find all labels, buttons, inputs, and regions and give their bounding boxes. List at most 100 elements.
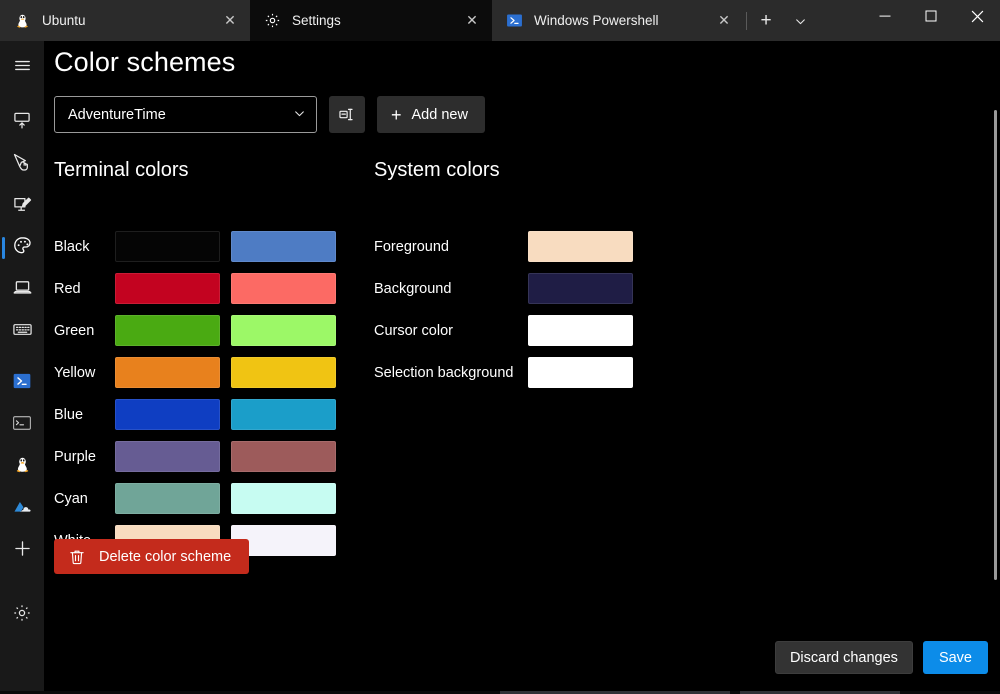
- scheme-toolbar: AdventureTime + Add new: [54, 96, 485, 133]
- tab-label: Ubuntu: [42, 13, 86, 28]
- sidebar-item-actions[interactable]: [0, 311, 44, 353]
- color-row-label: Cursor color: [374, 322, 453, 339]
- command-prompt-icon: [12, 413, 32, 438]
- color-swatch-normal[interactable]: [115, 357, 220, 388]
- sidebar-item-appearance[interactable]: [0, 185, 44, 227]
- terminal-color-row-purple: Purple: [54, 441, 344, 472]
- sidebar-item-add-new-profile[interactable]: [0, 530, 44, 572]
- color-swatch-normal[interactable]: [115, 231, 220, 262]
- rename-scheme-button[interactable]: [329, 96, 365, 133]
- hamburger-icon: [13, 56, 32, 80]
- sidebar-item-hamburger-menu[interactable]: [0, 47, 44, 89]
- color-row-label: Foreground: [374, 238, 449, 255]
- trash-icon: [68, 548, 86, 566]
- terminal-settings-window: Ubuntu ✕ Settings ✕ Windows Powershell ✕…: [0, 0, 1000, 694]
- startup-icon: [12, 110, 32, 135]
- sidebar-item-profile-powershell[interactable]: [0, 362, 44, 404]
- keyboard-icon: [12, 319, 33, 345]
- content-scrollbar[interactable]: [994, 110, 997, 580]
- tab-label: Windows Powershell: [534, 13, 659, 28]
- discard-changes-button[interactable]: Discard changes: [774, 641, 913, 674]
- terminal-color-row-red: Red: [54, 273, 344, 304]
- color-row-label: Black: [54, 238, 90, 255]
- minimize-button[interactable]: [862, 0, 908, 32]
- settings-content-pane: Color schemes AdventureTime + Add new Te…: [44, 41, 1000, 694]
- color-row-label: Cyan: [54, 490, 88, 507]
- color-swatch-normal[interactable]: [115, 483, 220, 514]
- color-swatch-bright[interactable]: [231, 315, 336, 346]
- color-swatch-bright[interactable]: [231, 483, 336, 514]
- save-button[interactable]: Save: [922, 641, 988, 674]
- delete-button-label: Delete color scheme: [99, 548, 232, 565]
- color-swatch[interactable]: [528, 231, 633, 262]
- color-scheme-select[interactable]: AdventureTime: [54, 96, 317, 133]
- terminal-color-row-green: Green: [54, 315, 344, 346]
- color-swatch-bright[interactable]: [231, 441, 336, 472]
- sidebar-item-open-json-file[interactable]: [0, 594, 44, 636]
- azure-cloud-icon: [12, 497, 32, 522]
- tab-settings[interactable]: Settings ✕: [250, 0, 492, 41]
- sidebar-item-profile-azure-cloud-shell[interactable]: [0, 488, 44, 530]
- color-swatch-bright[interactable]: [231, 357, 336, 388]
- terminal-colors-heading: Terminal colors: [54, 159, 189, 181]
- sidebar-item-startup[interactable]: [0, 101, 44, 143]
- system-color-row-selection-background: Selection background: [374, 357, 684, 388]
- add-new-scheme-button[interactable]: + Add new: [377, 96, 485, 133]
- tab-dropdown-button[interactable]: [783, 6, 817, 36]
- settings-navigation-sidebar: [0, 41, 44, 694]
- delete-color-scheme-button[interactable]: Delete color scheme: [54, 539, 250, 574]
- tab-close-button[interactable]: ✕: [214, 6, 246, 36]
- terminal-color-row-cyan: Cyan: [54, 483, 344, 514]
- settings-footer: Discard changes Save: [44, 641, 1000, 674]
- color-row-label: Blue: [54, 406, 84, 423]
- color-swatch[interactable]: [528, 273, 633, 304]
- laptop-icon: [12, 277, 33, 303]
- sidebar-item-interaction[interactable]: [0, 143, 44, 185]
- color-swatch[interactable]: [528, 315, 633, 346]
- ubuntu-tux-icon: [13, 455, 32, 479]
- palette-icon: [12, 235, 33, 261]
- terminal-color-row-blue: Blue: [54, 399, 344, 430]
- terminal-color-row-yellow: Yellow: [54, 357, 344, 388]
- page-title: Color schemes: [54, 47, 236, 77]
- powershell-icon: [12, 371, 32, 396]
- color-swatch[interactable]: [528, 357, 633, 388]
- system-color-row-cursor-color: Cursor color: [374, 315, 684, 346]
- color-swatch-normal[interactable]: [115, 441, 220, 472]
- sidebar-item-profile-ubuntu[interactable]: [0, 446, 44, 488]
- sidebar-item-color-schemes[interactable]: [0, 227, 44, 269]
- system-color-row-background: Background: [374, 273, 684, 304]
- add-new-label: Add new: [411, 106, 468, 123]
- color-row-label: Yellow: [54, 364, 96, 381]
- close-button[interactable]: [954, 0, 1000, 32]
- maximize-button[interactable]: [908, 0, 954, 32]
- tab-close-button[interactable]: ✕: [456, 6, 488, 36]
- color-scheme-select-value: AdventureTime: [68, 106, 166, 123]
- color-swatch-bright[interactable]: [231, 231, 336, 262]
- color-row-label: Red: [54, 280, 81, 297]
- color-row-label: Green: [54, 322, 95, 339]
- color-row-label: Purple: [54, 448, 96, 465]
- sidebar-item-profile-command-prompt[interactable]: [0, 404, 44, 446]
- powershell-icon: [506, 12, 523, 29]
- color-swatch-normal[interactable]: [115, 399, 220, 430]
- monitor-pen-icon: [12, 194, 32, 219]
- sidebar-item-rendering[interactable]: [0, 269, 44, 311]
- tab-windows-powershell[interactable]: Windows Powershell ✕: [492, 0, 744, 41]
- color-row-label: Selection background: [374, 364, 514, 381]
- color-swatch-normal[interactable]: [115, 315, 220, 346]
- cursor-hand-icon: [12, 152, 32, 177]
- color-swatch-bright[interactable]: [231, 399, 336, 430]
- tab-close-button[interactable]: ✕: [708, 6, 740, 36]
- title-bar: Ubuntu ✕ Settings ✕ Windows Powershell ✕…: [0, 0, 1000, 41]
- color-row-label: Background: [374, 280, 452, 297]
- window-controls: [862, 0, 1000, 41]
- color-swatch-normal[interactable]: [115, 273, 220, 304]
- tab-label: Settings: [292, 13, 341, 28]
- terminal-color-row-black: Black: [54, 231, 344, 262]
- system-colors-heading: System colors: [374, 159, 500, 181]
- plus-icon: [12, 538, 33, 564]
- tab-ubuntu[interactable]: Ubuntu ✕: [0, 0, 250, 41]
- new-tab-button[interactable]: +: [749, 6, 783, 36]
- color-swatch-bright[interactable]: [231, 273, 336, 304]
